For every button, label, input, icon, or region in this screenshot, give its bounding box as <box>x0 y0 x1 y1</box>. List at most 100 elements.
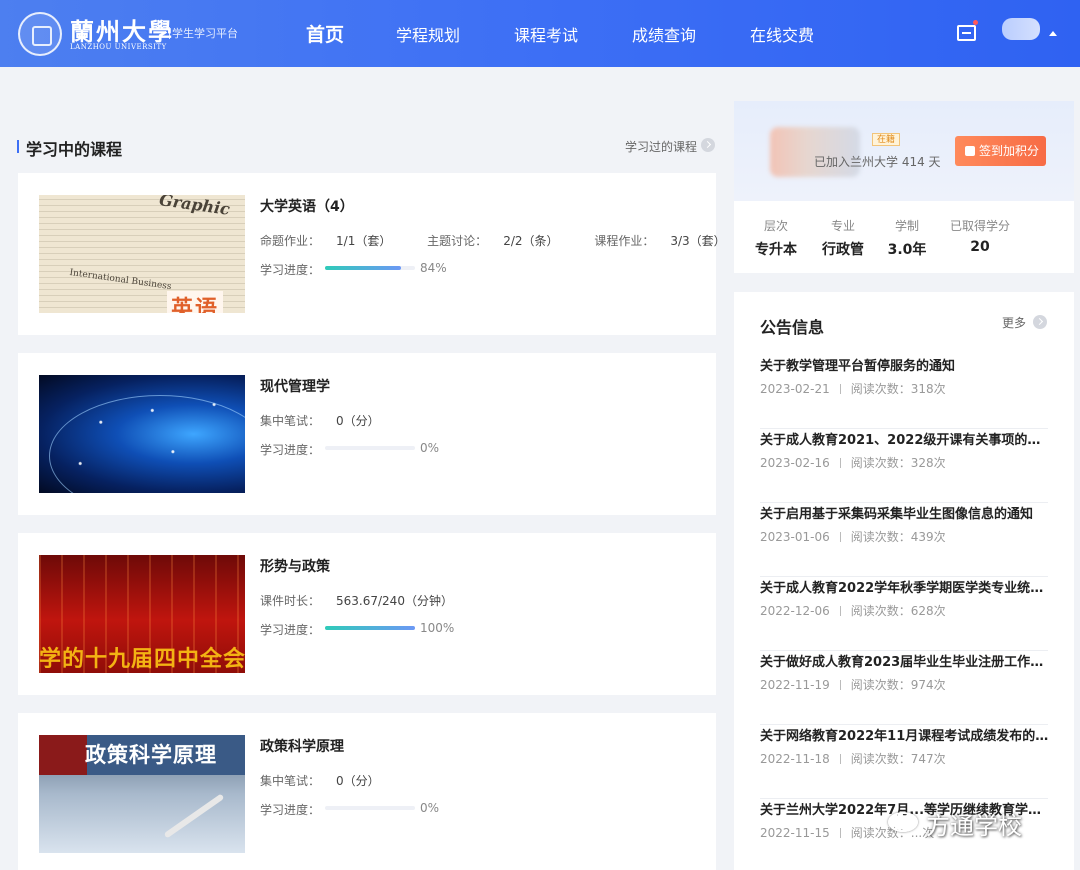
read-count: 974次 <box>910 678 946 692</box>
progress-label: 学习进度： <box>260 443 321 457</box>
progress-label: 学习进度： <box>260 803 321 817</box>
nav-home[interactable]: 首页 <box>306 20 344 47</box>
notice-panel: 公告信息 更多 关于教学管理平台暂停服务的通知 2023-02-21 阅读次数：3… <box>734 292 1074 870</box>
checkin-button[interactable]: 签到加积分 <box>955 136 1046 166</box>
course-progress: 学习进度： 100% <box>260 621 454 638</box>
divider <box>839 606 841 616</box>
message-icon[interactable] <box>957 25 976 41</box>
meta-label: 集中笔试： <box>260 414 321 428</box>
notice-date: 2023-01-06 <box>760 530 830 544</box>
nav-course-exam[interactable]: 课程考试 <box>514 22 578 46</box>
read-count-label: 阅读次数： <box>850 752 911 766</box>
past-courses-label[interactable]: 学习过的课程 <box>625 140 697 154</box>
course-title[interactable]: 大学英语（4） <box>260 196 354 216</box>
course-title[interactable]: 政策科学原理 <box>260 736 344 756</box>
watermark-text: 方通学校 <box>926 812 1022 840</box>
meta-value: 2/2（条） <box>503 234 559 248</box>
read-count: 318次 <box>910 382 946 396</box>
notice-item[interactable]: 关于启用基于采集码采集毕业生图像信息的通知 2023-01-06 阅读次数：439… <box>760 503 1048 577</box>
notice-item-title[interactable]: 关于成人教育2022学年秋季学期医学类专业统考... <box>760 577 1050 596</box>
divider <box>839 458 841 468</box>
stat-label-duration: 学制 <box>894 219 919 233</box>
chevron-right-icon[interactable] <box>1033 315 1047 329</box>
notice-item[interactable]: 关于做好成人教育2023届毕业生毕业注册工作的... 2022-11-19 阅读次… <box>760 651 1050 725</box>
read-count-label: 阅读次数： <box>850 382 911 396</box>
divider <box>839 680 841 690</box>
notice-date: 2022-11-19 <box>760 678 830 692</box>
stat-value-level: 专升本 <box>755 242 797 258</box>
top-navbar: 蘭州大學 LANZHOU UNIVERSITY 学生学习平台 首页 学程规划 课… <box>0 0 1080 67</box>
notice-item-title[interactable]: 关于启用基于采集码采集毕业生图像信息的通知 <box>760 503 1050 522</box>
notice-item[interactable]: 关于成人教育2021、2022级开课有关事项的通知 2023-02-16 阅读次数… <box>760 429 1050 503</box>
nav-grades[interactable]: 成绩查询 <box>632 22 696 46</box>
caret-up-icon[interactable] <box>1049 31 1057 36</box>
pen-image <box>163 793 225 839</box>
read-count: 328次 <box>910 456 946 470</box>
notice-item-meta: 2022-11-19 阅读次数：974次 <box>760 676 946 693</box>
past-courses-link[interactable]: 学习过的课程 <box>625 138 697 155</box>
nav-study-plan[interactable]: 学程规划 <box>396 22 460 46</box>
progress-bar <box>325 446 415 450</box>
notice-item[interactable]: 关于成人教育2022学年秋季学期医学类专业统考... 2022-12-06 阅读次… <box>760 577 1050 651</box>
stat-value-duration: 3.0年 <box>887 242 927 258</box>
notice-item-title[interactable]: 关于教学管理平台暂停服务的通知 <box>760 355 1050 374</box>
university-seal-icon[interactable] <box>18 12 62 56</box>
notice-item-meta: 2023-02-16 阅读次数：328次 <box>760 454 946 471</box>
divider <box>839 532 841 542</box>
notice-item-meta: 2022-11-18 阅读次数：747次 <box>760 750 946 767</box>
course-card[interactable]: Graphic International Business 英语 大学英语（4… <box>18 173 726 335</box>
course-thumbnail[interactable]: 学的十九届四中全会精 <box>39 555 245 673</box>
university-logo-english: LANZHOU UNIVERSITY <box>70 43 167 51</box>
enrolled-days: 已加入兰州大学 414 天 <box>814 155 941 169</box>
meta-value: 0（分） <box>336 414 380 428</box>
checkin-label: 签到加积分 <box>979 144 1040 158</box>
platform-name: 学生学习平台 <box>169 27 238 40</box>
course-progress: 学习进度： 84% <box>260 261 447 278</box>
read-count: 747次 <box>910 752 946 766</box>
divider <box>839 384 841 394</box>
course-title[interactable]: 形势与政策 <box>260 556 330 576</box>
chevron-right-icon[interactable] <box>701 138 715 152</box>
progress-percent: 84% <box>420 261 447 275</box>
stat-label-credits: 已取得学分 <box>949 219 1010 233</box>
course-thumbnail[interactable] <box>39 375 245 493</box>
notice-item[interactable]: 关于教学管理平台暂停服务的通知 2023-02-21 阅读次数：318次 <box>760 355 1048 429</box>
stat-value-major: 行政管 <box>822 242 864 258</box>
meta-value: 3/3（套） <box>670 234 726 248</box>
notice-item-meta: 2023-01-06 阅读次数：439次 <box>760 528 946 545</box>
course-card[interactable]: 学的十九届四中全会精 形势与政策 课件时长： 563.67/240（分钟） 学习进… <box>18 533 716 695</box>
progress-bar <box>325 806 415 810</box>
university-logo-name[interactable]: 蘭州大學 <box>70 12 174 47</box>
progress-label: 学习进度： <box>260 263 321 277</box>
read-count-label: 阅读次数： <box>850 678 911 692</box>
course-card[interactable]: 政策科学原理 政策科学原理 集中笔试： 0（分） 学习进度： 0% <box>18 713 716 870</box>
stat-value-credits: 20 <box>970 239 990 255</box>
course-progress: 学习进度： 0% <box>260 441 439 458</box>
notice-item[interactable]: 关于网络教育2022年11月课程考试成绩发布的通知 2022-11-18 阅读次数… <box>760 725 1050 799</box>
notice-item-title[interactable]: 关于做好成人教育2023届毕业生毕业注册工作的... <box>760 651 1050 670</box>
course-meta: 课件时长： 563.67/240（分钟） <box>260 592 485 609</box>
meta-label: 集中笔试： <box>260 774 321 788</box>
notice-more-link[interactable]: 更多 <box>1002 314 1026 331</box>
thumbnail-banner-accent <box>39 735 87 775</box>
course-thumbnail[interactable]: 政策科学原理 <box>39 735 245 853</box>
notice-date: 2022-11-15 <box>760 826 830 840</box>
course-card[interactable]: 现代管理学 集中笔试： 0（分） 学习进度： 0% <box>18 353 716 515</box>
notice-item-title[interactable]: 关于网络教育2022年11月课程考试成绩发布的通知 <box>760 725 1050 744</box>
course-meta: 集中笔试： 0（分） <box>260 772 412 789</box>
course-progress: 学习进度： 0% <box>260 801 439 818</box>
avatar[interactable] <box>1002 18 1040 40</box>
read-count-label: 阅读次数： <box>850 530 911 544</box>
profile-card: 在籍 已加入兰州大学 414 天 签到加积分 层次 专升本 专业 行政管 学制 … <box>734 101 1074 273</box>
read-count: 628次 <box>910 604 946 618</box>
course-thumbnail[interactable]: Graphic International Business 英语 <box>39 195 245 313</box>
stat-label-major: 专业 <box>830 219 855 233</box>
thumbnail-text: International Business <box>68 267 173 293</box>
nav-online-payment[interactable]: 在线交费 <box>750 22 814 46</box>
progress-fill <box>325 626 415 630</box>
meta-value: 1/1（套） <box>336 234 392 248</box>
notice-item-title[interactable]: 关于成人教育2021、2022级开课有关事项的通知 <box>760 429 1050 448</box>
read-count-label: 阅读次数： <box>850 604 911 618</box>
meta-label: 课程作业： <box>594 234 655 248</box>
course-title[interactable]: 现代管理学 <box>260 376 330 396</box>
